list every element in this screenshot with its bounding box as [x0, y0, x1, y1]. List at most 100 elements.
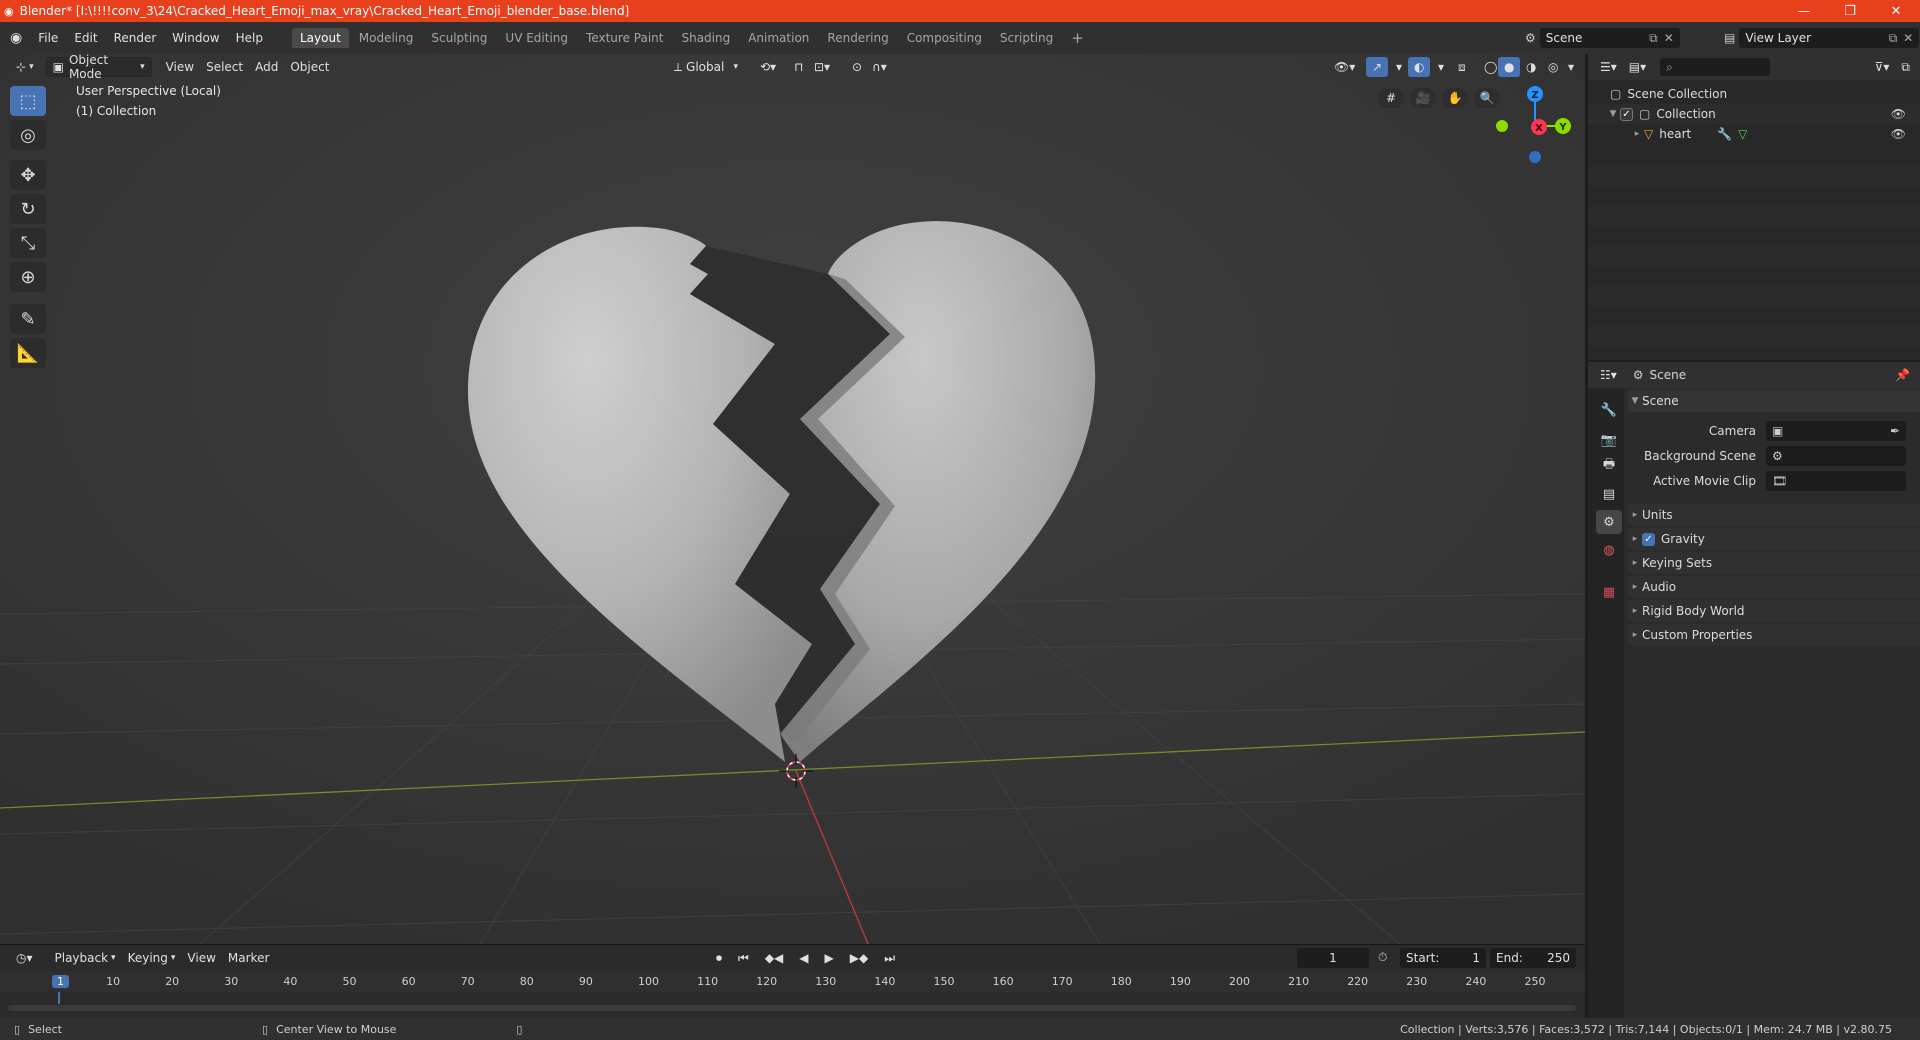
expand-collection-icon[interactable]: ▼	[1606, 109, 1620, 119]
viewport-scene[interactable]: Z Y X	[0, 54, 1585, 944]
tab-shading[interactable]: Shading	[673, 28, 738, 48]
camera-field[interactable]: ▣ ✒	[1766, 421, 1906, 441]
tab-uv-editing[interactable]: UV Editing	[497, 28, 576, 48]
shading-dropdown-icon[interactable]: ▾	[1562, 57, 1580, 77]
tab-tool-icon[interactable]: 🔧	[1596, 398, 1622, 422]
editor-type-button[interactable]: ⊹ ▾	[10, 57, 40, 77]
outliner-editor[interactable]: ☰▾ ▤▾ ⌕ ⊽▾ ⧉ ▢ Scene Collection ▼ ✓ ▢ Co…	[1588, 54, 1920, 360]
toggle-grid-icon[interactable]: #	[1378, 88, 1404, 108]
scene-panel-header[interactable]: ▼ Scene	[1628, 390, 1920, 412]
jump-start-icon[interactable]: ⏮	[732, 948, 755, 968]
xray-toggle-icon[interactable]: ⧈	[1452, 57, 1472, 77]
properties-editor[interactable]: ☷▾ ⚙ Scene 📌 🔧 📷 🖶 ▤ ⚙ ◍ ▦ ▼ Scene Camer…	[1588, 362, 1920, 1018]
transform-tool[interactable]: ⊕	[10, 262, 46, 292]
jump-end-icon[interactable]: ⏭	[878, 948, 901, 968]
view-layer-selector[interactable]: View Layer ⧉ ✕	[1739, 28, 1920, 48]
mesh-data-icon[interactable]: ▽	[1738, 127, 1747, 141]
menu-render[interactable]: Render	[106, 31, 165, 45]
scene-selector[interactable]: Scene ⧉ ✕	[1539, 28, 1680, 48]
menu-help[interactable]: Help	[228, 31, 271, 45]
new-scene-icon[interactable]: ⧉	[1649, 31, 1658, 46]
filter-icon[interactable]: ⊽▾	[1869, 57, 1896, 77]
menu-select[interactable]: Select	[200, 57, 249, 77]
pivot-point-icon[interactable]: ⟲▾	[754, 57, 782, 77]
tab-scene-icon[interactable]: ⚙	[1596, 510, 1622, 534]
transform-orientation-selector[interactable]: ⟂ Global ▾	[668, 57, 744, 77]
keying-sets-panel-header[interactable]: ▸ Keying Sets	[1628, 552, 1920, 574]
3d-viewport[interactable]: Z Y X ⊹ ▾ ▣ Object Mode ▾ View Select Add…	[0, 54, 1585, 944]
zoom-view-icon[interactable]: 🔍	[1474, 88, 1500, 108]
expand-heart-icon[interactable]: ▸	[1630, 129, 1644, 139]
tab-view-layer-icon[interactable]: ▤	[1596, 482, 1622, 506]
next-keyframe-icon[interactable]: ▶◆	[844, 948, 874, 968]
start-frame-field[interactable]: Start: 1	[1400, 948, 1486, 968]
preview-range-icon[interactable]: ⏱	[1378, 950, 1387, 965]
annotate-tool[interactable]: ✎	[10, 304, 46, 334]
tab-render-icon[interactable]: 📷	[1596, 428, 1622, 452]
eyedropper-icon[interactable]: ✒	[1890, 424, 1900, 438]
play-reverse-icon[interactable]: ◀	[793, 948, 814, 968]
tab-layout[interactable]: Layout	[291, 28, 349, 48]
tab-world-icon[interactable]: ◍	[1596, 538, 1622, 562]
menu-window[interactable]: Window	[164, 31, 227, 45]
expand-rigid-body-icon[interactable]: ▸	[1628, 606, 1642, 616]
minimize-button[interactable]: —	[1782, 0, 1826, 22]
camera-view-icon[interactable]: 🎥	[1410, 88, 1436, 108]
gravity-panel-header[interactable]: ▸ ✓ Gravity	[1628, 528, 1920, 550]
gizmo-neg-y-icon[interactable]	[1496, 120, 1508, 132]
expand-gravity-icon[interactable]: ▸	[1628, 534, 1642, 544]
outliner-search-input[interactable]: ⌕	[1660, 58, 1771, 76]
outliner-editor-icon[interactable]: ☰▾	[1594, 57, 1623, 77]
collapse-scene-panel-icon[interactable]: ▼	[1628, 396, 1642, 406]
tab-animation[interactable]: Animation	[740, 28, 817, 48]
expand-audio-icon[interactable]: ▸	[1628, 582, 1642, 592]
proportional-falloff-icon[interactable]: ∩▾	[866, 57, 893, 77]
overlays-dropdown-icon[interactable]: ▾	[1432, 57, 1450, 77]
menu-edit[interactable]: Edit	[66, 31, 105, 45]
blender-menu-icon[interactable]: ◉	[10, 30, 22, 46]
collection-visibility-icon[interactable]: 👁	[1891, 107, 1906, 121]
timeline-editor[interactable]: ◷▾ Playback ▾ Keying ▾ View Marker ⏺ ⏮ ◆◀ …	[0, 944, 1585, 1018]
modifier-wrench-icon[interactable]: 🔧	[1717, 127, 1732, 141]
expand-keying-sets-icon[interactable]: ▸	[1628, 558, 1642, 568]
select-box-tool[interactable]: ⬚	[10, 86, 46, 116]
new-collection-icon[interactable]: ⧉	[1895, 57, 1916, 77]
outliner-row-scene-collection[interactable]: ▢ Scene Collection	[1588, 84, 1920, 104]
menu-file[interactable]: File	[30, 31, 66, 45]
proportional-editing-icon[interactable]: ⊙	[846, 57, 868, 77]
heart-visibility-icon[interactable]: 👁	[1891, 127, 1906, 141]
menu-view[interactable]: View	[160, 57, 200, 77]
end-frame-field[interactable]: End: 250	[1490, 948, 1576, 968]
show-gizmo-icon[interactable]: ↗	[1366, 57, 1389, 77]
tab-compositing[interactable]: Compositing	[899, 28, 990, 48]
outliner-row-heart[interactable]: ▸ ▽ heart 🔧 ▽ 👁	[1588, 124, 1920, 144]
remove-scene-icon[interactable]: ✕	[1664, 31, 1674, 45]
gizmo-dropdown-icon[interactable]: ▾	[1390, 57, 1408, 77]
menu-marker[interactable]: Marker	[222, 948, 275, 968]
material-shading-icon[interactable]: ◑	[1520, 57, 1542, 77]
tab-output-icon[interactable]: 🖶	[1596, 454, 1622, 478]
record-icon[interactable]: ⏺	[710, 948, 728, 968]
audio-panel-header[interactable]: ▸ Audio	[1628, 576, 1920, 598]
expand-custom-properties-icon[interactable]: ▸	[1628, 630, 1642, 640]
tab-modeling[interactable]: Modeling	[351, 28, 422, 48]
rotate-tool[interactable]: ↻	[10, 194, 46, 224]
units-panel-header[interactable]: ▸ Units	[1628, 504, 1920, 526]
mode-selector[interactable]: ▣ Object Mode ▾	[45, 54, 152, 81]
frame-ruler[interactable]: 1 10 20 30 40 50 60 70 80 90 100 110 120 130 140 150 160…	[0, 972, 1585, 1004]
remove-view-layer-icon[interactable]: ✕	[1903, 31, 1913, 45]
timeline-scrollbar[interactable]	[8, 1005, 1576, 1011]
play-icon[interactable]: ▶	[819, 948, 840, 968]
move-tool[interactable]: ✥	[10, 160, 46, 190]
show-overlays-icon[interactable]: ◐	[1408, 57, 1431, 77]
active-movie-clip-field[interactable]: 🎞	[1766, 471, 1906, 491]
scale-tool[interactable]: ⤡	[10, 228, 46, 258]
pin-icon[interactable]: 📌	[1895, 368, 1910, 382]
prev-keyframe-icon[interactable]: ◆◀	[759, 948, 789, 968]
collection-exclude-checkbox[interactable]: ✓	[1620, 107, 1633, 121]
cursor-tool[interactable]: ◎	[10, 120, 46, 150]
expand-units-icon[interactable]: ▸	[1628, 510, 1642, 520]
tab-scripting[interactable]: Scripting	[992, 28, 1061, 48]
close-button[interactable]: ✕	[1874, 0, 1918, 22]
tab-texture-paint[interactable]: Texture Paint	[578, 28, 671, 48]
